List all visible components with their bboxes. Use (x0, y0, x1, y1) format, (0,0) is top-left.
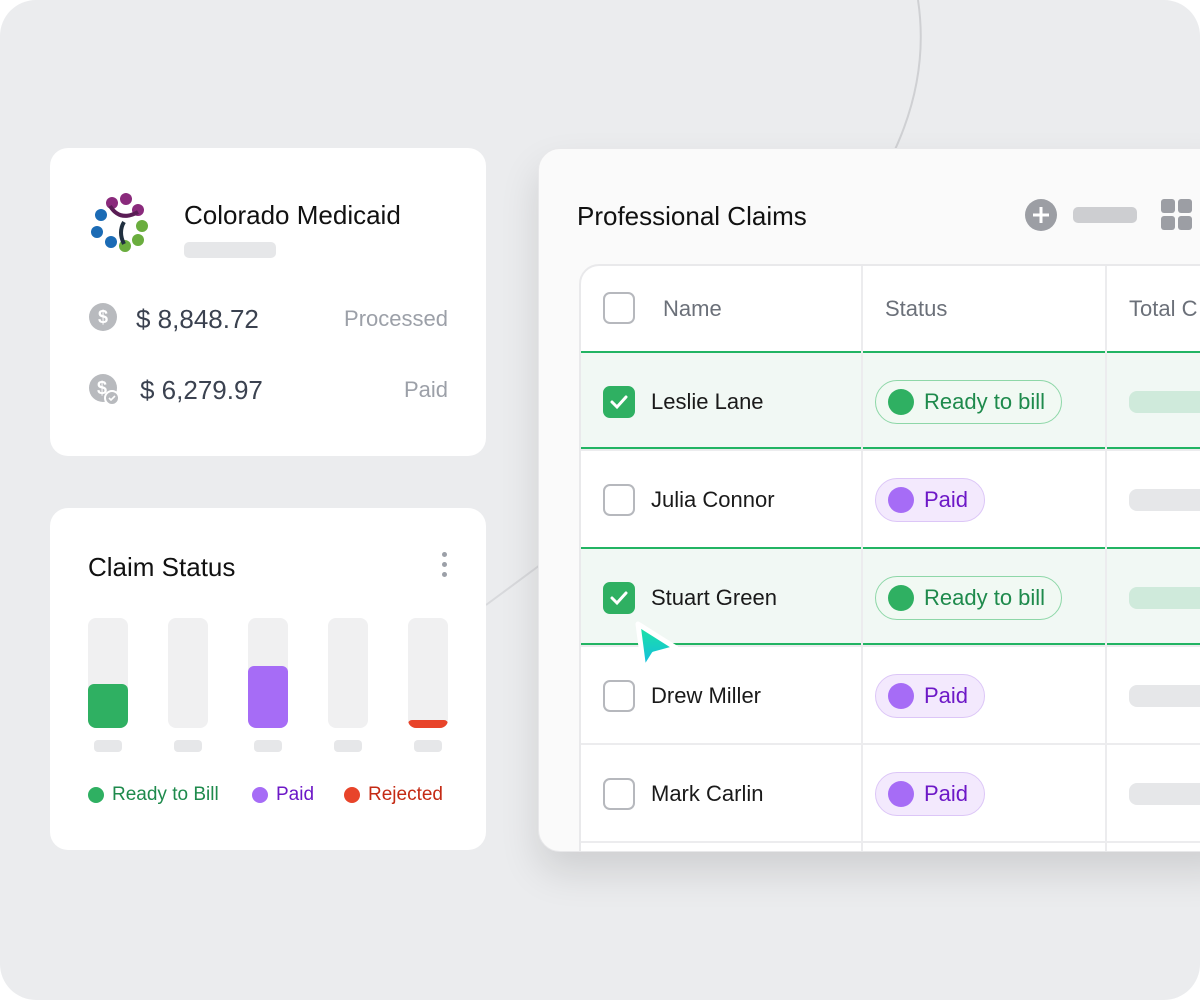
total-placeholder (1129, 783, 1200, 805)
status-dot-icon (888, 487, 914, 513)
svg-text:$: $ (98, 307, 108, 327)
legend-paid: Paid (252, 784, 314, 806)
status-badge: Ready to bill (875, 576, 1063, 620)
row-checkbox[interactable] (603, 582, 635, 614)
column-name: Name (663, 296, 722, 321)
background: Colorado Medicaid $ $ 8,848.72 Processed… (0, 0, 1200, 1000)
row-name: Julia Connor (651, 487, 775, 512)
paid-amount: $ 6,279.97 (140, 375, 263, 405)
processed-amount: $ 8,848.72 (136, 304, 259, 334)
check-icon (610, 591, 628, 606)
select-all-checkbox[interactable] (603, 292, 635, 324)
payer-card: Colorado Medicaid $ $ 8,848.72 Processed… (50, 148, 486, 456)
payer-logo (91, 193, 148, 252)
bar-label-placeholder (94, 740, 122, 752)
status-dot-icon (888, 683, 914, 709)
status-badge: Ready to bill (875, 380, 1063, 424)
paid-label: Paid (403, 377, 448, 402)
column-status: Status (885, 296, 948, 321)
status-dot-icon (888, 781, 914, 807)
processed-row: $ $ 8,848.72 Processed (88, 298, 448, 338)
payer-name: Colorado Medicaid (184, 200, 401, 230)
status-badge: Paid (875, 772, 986, 816)
table-row[interactable]: Julia Connor Paid (581, 449, 1200, 547)
bar-label-placeholder (254, 740, 282, 752)
check-icon (610, 395, 628, 410)
row-name: Leslie Lane (651, 389, 764, 414)
row-checkbox[interactable] (603, 778, 635, 810)
row-checkbox[interactable] (603, 680, 635, 712)
status-bar-4 (328, 618, 368, 728)
status-dot-icon (888, 389, 914, 415)
claim-status-card: Claim Status Ready to Bill Paid Rejected (50, 508, 486, 850)
processed-label: Processed (344, 306, 448, 331)
table-row[interactable]: Leslie Lane Ready to bill (581, 351, 1200, 449)
column-total: Total C (1129, 296, 1198, 321)
total-placeholder (1129, 391, 1200, 413)
placeholder-bar (1073, 207, 1137, 223)
placeholder-bar (184, 242, 276, 258)
status-dot-icon (888, 585, 914, 611)
total-placeholder (1129, 587, 1200, 609)
claim-status-title: Claim Status (88, 552, 236, 582)
status-bar-fill (88, 684, 128, 728)
legend-ready-to-bill: Ready to Bill (88, 784, 219, 806)
panel-title: Professional Claims (577, 201, 807, 231)
total-placeholder (1129, 489, 1200, 511)
legend-rejected: Rejected (344, 784, 443, 806)
total-placeholder (1129, 685, 1200, 707)
status-badge: Paid (875, 674, 986, 718)
status-bar-5 (408, 618, 448, 728)
bar-label-placeholder (334, 740, 362, 752)
row-name: Drew Miller (651, 683, 761, 708)
status-bar-fill (408, 720, 448, 728)
paid-row: $ $ 6,279.97 Paid (88, 369, 448, 409)
dollar-circle-icon: $ (89, 303, 117, 331)
row-checkbox[interactable] (603, 484, 635, 516)
status-badge: Paid (875, 478, 986, 522)
status-bar-3 (248, 618, 288, 728)
status-bar-fill (248, 666, 288, 728)
professional-claims-panel: Professional Claims Name Status Total C … (538, 148, 1200, 852)
bar-label-placeholder (414, 740, 442, 752)
status-bar-2 (168, 618, 208, 728)
row-name: Mark Carlin (651, 781, 764, 806)
grid-view-icon[interactable] (1161, 199, 1193, 231)
more-vertical-icon[interactable] (442, 552, 450, 582)
claims-table: Name Status Total C Leslie Lane Ready to… (579, 264, 1200, 851)
pointer-arrow-icon (635, 621, 679, 673)
table-header: Name Status Total C (581, 266, 1200, 351)
dollar-check-icon: $ (89, 374, 120, 406)
add-circle-icon[interactable] (1025, 199, 1057, 231)
status-bar-1 (88, 618, 128, 728)
bar-label-placeholder (174, 740, 202, 752)
row-checkbox[interactable] (603, 386, 635, 418)
row-name: Stuart Green (651, 585, 777, 610)
table-row[interactable] (581, 841, 1200, 851)
table-row[interactable]: Mark Carlin Paid (581, 743, 1200, 841)
